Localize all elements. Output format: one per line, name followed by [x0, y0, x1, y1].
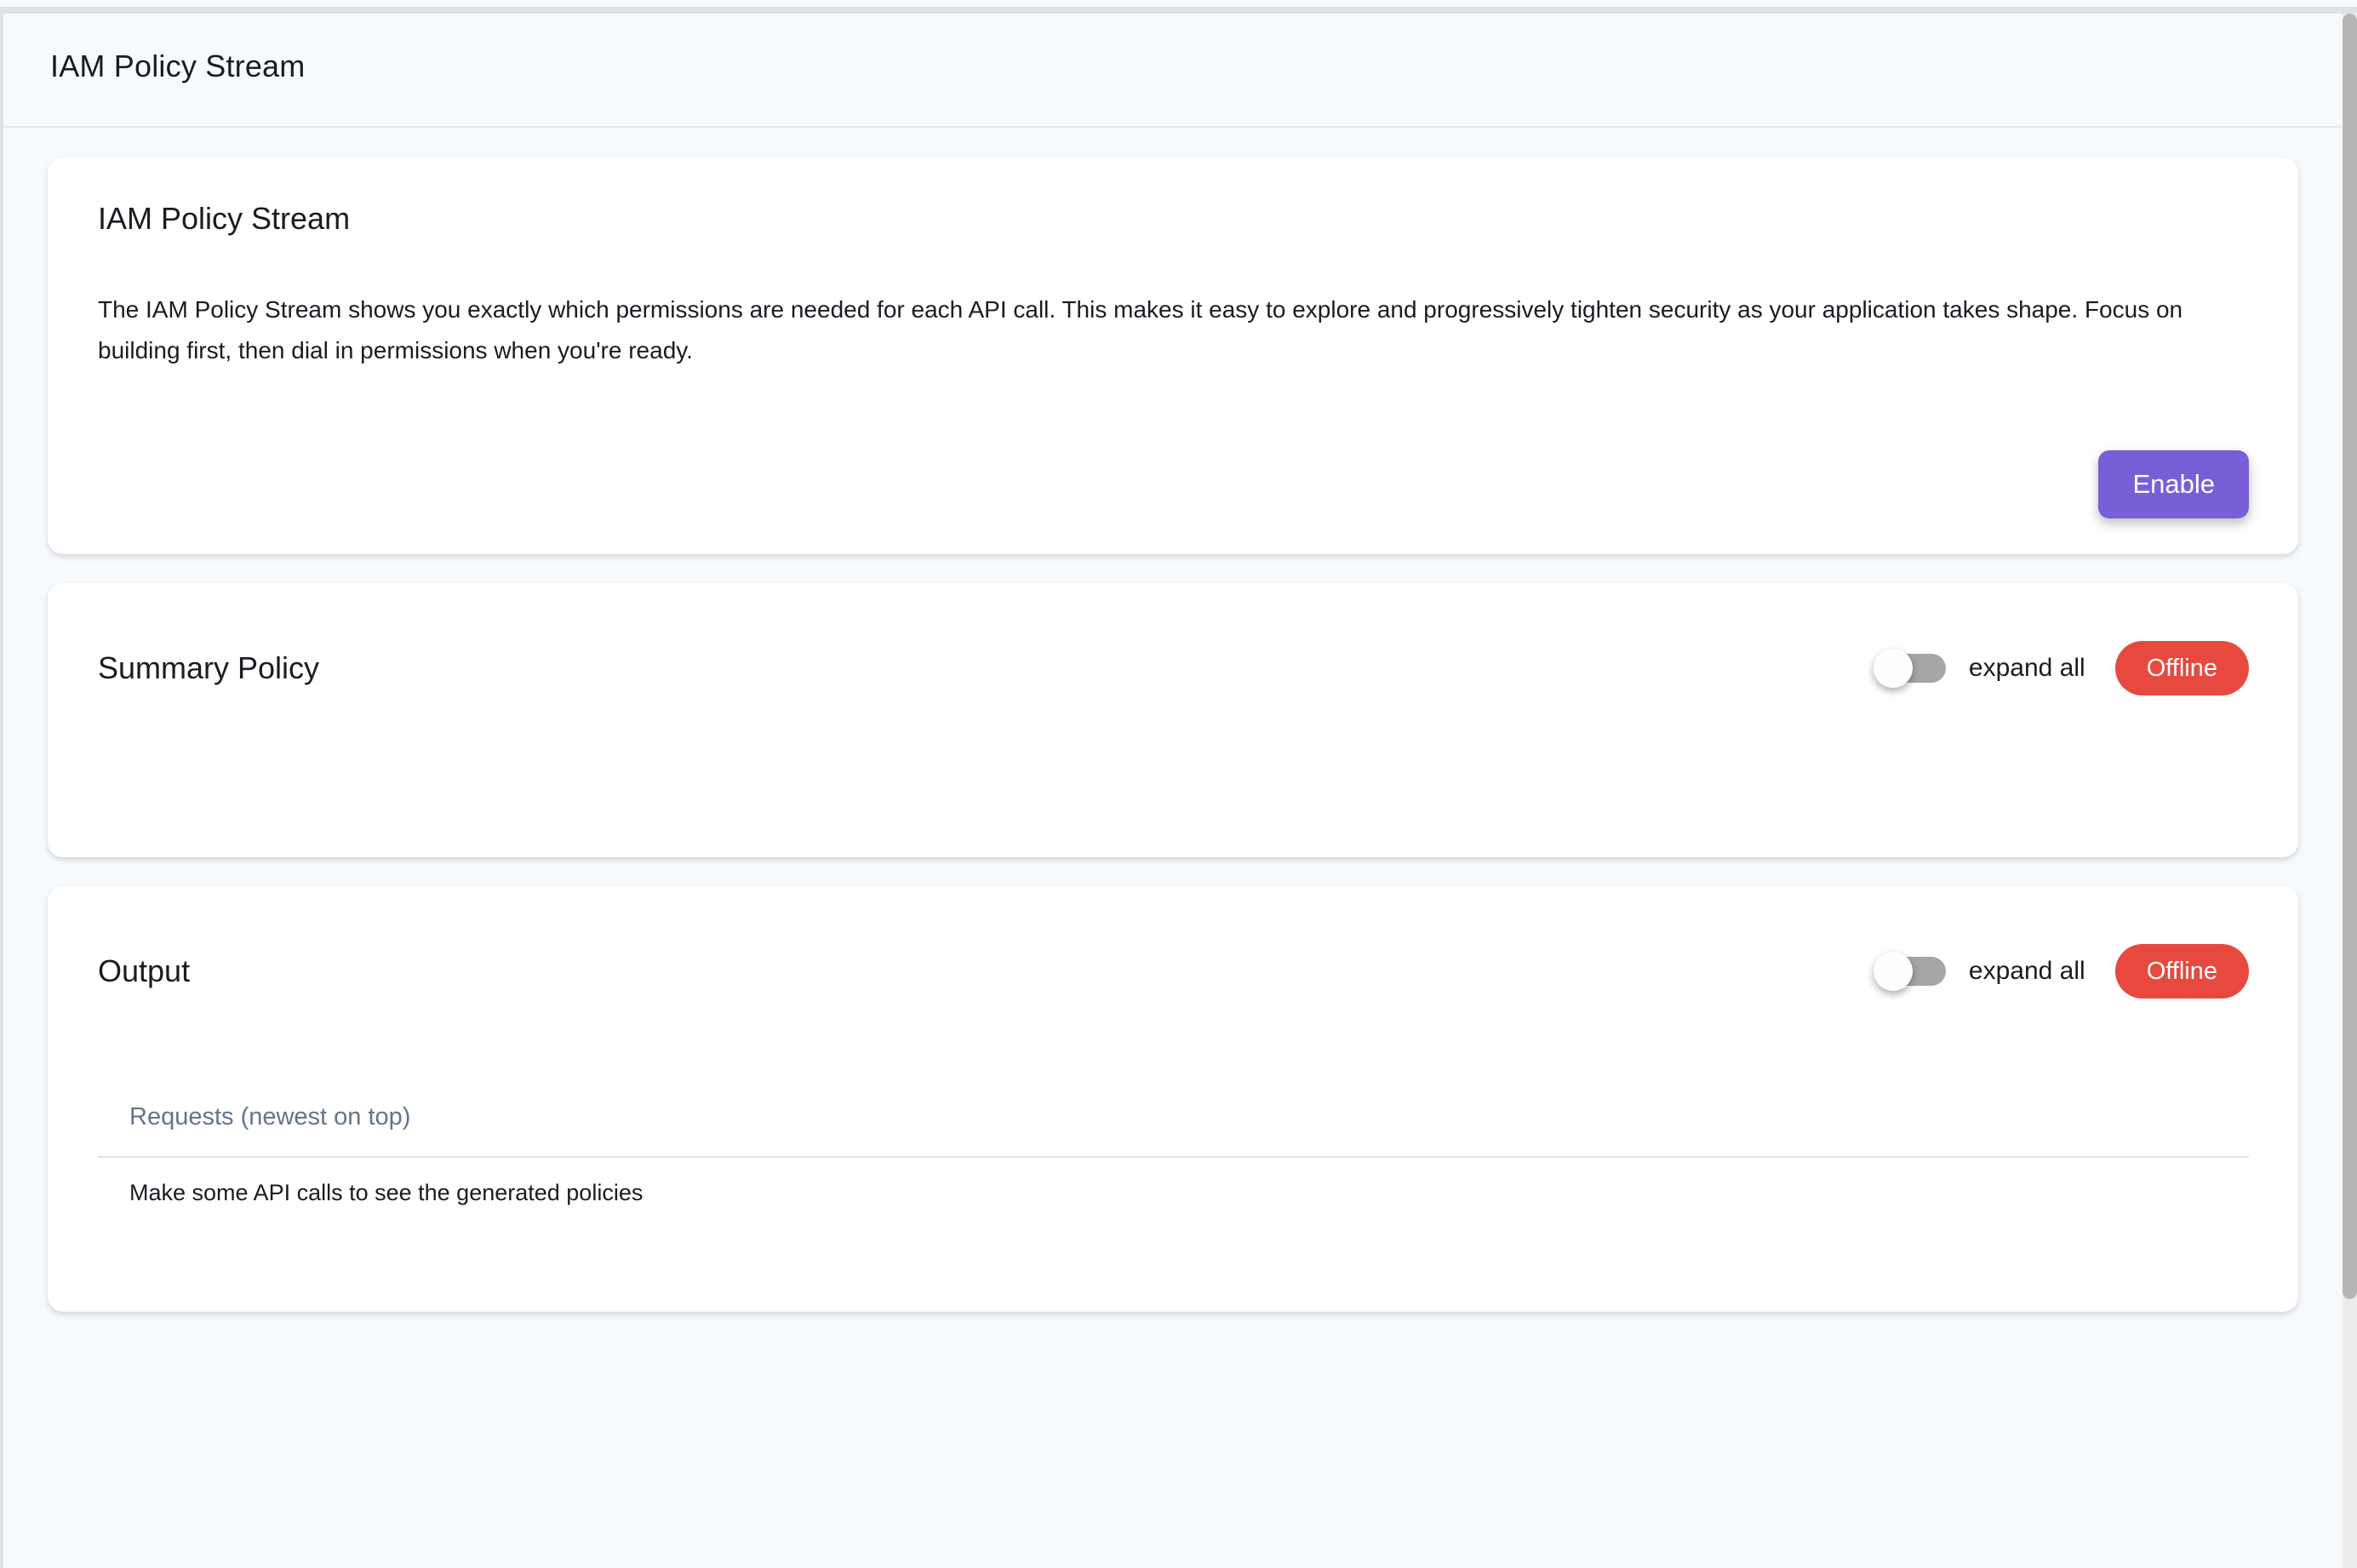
intro-card-title: IAM Policy Stream	[98, 200, 2249, 237]
page-header: IAM Policy Stream	[0, 7, 2357, 128]
summary-status-badge: Offline	[2115, 641, 2249, 695]
window-top-edge	[0, 7, 2357, 14]
intro-card-actions: Enable	[98, 450, 2249, 518]
scrollbar-thumb[interactable]	[2343, 14, 2357, 1299]
output-status-badge: Offline	[2115, 944, 2249, 999]
output-title: Output	[98, 953, 190, 990]
content-area: IAM Policy Stream The IAM Policy Stream …	[0, 128, 2357, 1312]
output-header-row: Output expand all Offline	[98, 944, 2249, 999]
output-expand-label: expand all	[1969, 957, 2085, 986]
window-left-edge	[0, 7, 3, 1568]
toggle-knob	[1874, 952, 1913, 991]
requests-empty-message: Make some API calls to see the generated…	[98, 1178, 2249, 1207]
requests-divider	[98, 1156, 2249, 1158]
summary-policy-card: Summary Policy expand all Offline	[48, 583, 2298, 857]
scrollbar	[2343, 14, 2357, 1568]
output-expand-toggle[interactable]	[1874, 957, 1946, 986]
intro-card-description: The IAM Policy Stream shows you exactly …	[98, 289, 2249, 371]
output-card: Output expand all Offline Requests (newe…	[48, 886, 2298, 1312]
intro-card: IAM Policy Stream The IAM Policy Stream …	[48, 157, 2298, 554]
summary-expand-label: expand all	[1969, 654, 2085, 683]
requests-heading: Requests (newest on top)	[98, 1102, 2249, 1132]
summary-policy-header-row: Summary Policy expand all Offline	[98, 641, 2249, 695]
requests-section: Requests (newest on top) Make some API c…	[98, 1102, 2249, 1207]
toggle-knob	[1874, 649, 1913, 688]
page-title: IAM Policy Stream	[50, 49, 305, 84]
enable-button[interactable]: Enable	[2098, 450, 2249, 518]
summary-expand-toggle[interactable]	[1874, 654, 1946, 683]
summary-policy-title: Summary Policy	[98, 650, 319, 687]
